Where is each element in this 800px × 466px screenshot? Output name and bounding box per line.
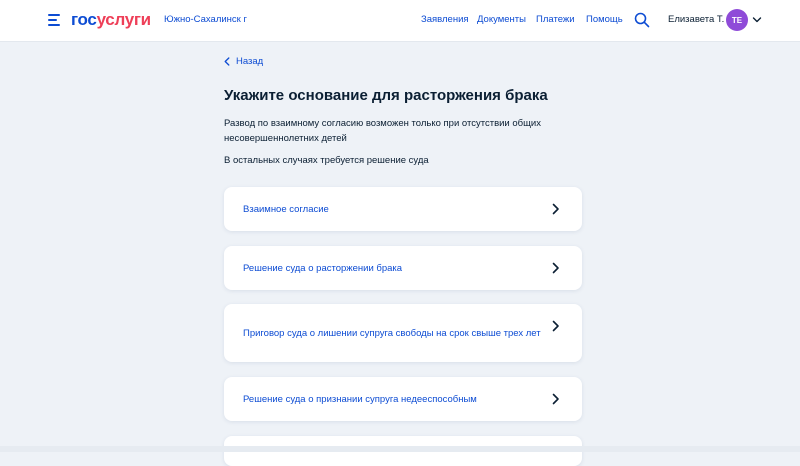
nav-help[interactable]: Помощь bbox=[586, 14, 623, 25]
user-name[interactable]: Елизавета Т. bbox=[668, 14, 724, 25]
option-incapacity[interactable]: Решение суда о признании супруга недеесп… bbox=[224, 377, 582, 421]
back-label: Назад bbox=[236, 56, 264, 67]
chevron-left-icon bbox=[224, 57, 230, 66]
page-title: Укажите основание для расторжения брака bbox=[224, 87, 548, 104]
bottom-strip bbox=[0, 446, 800, 452]
gosuslugi-logo[interactable]: госуслуги bbox=[71, 10, 151, 30]
back-link[interactable]: Назад bbox=[224, 56, 263, 67]
option-label: Приговор суда о лишении супруга свободы … bbox=[243, 327, 541, 339]
option-label: Взаимное согласие bbox=[243, 203, 329, 215]
nav-payments[interactable]: Платежи bbox=[536, 14, 575, 25]
option-label: Решение суда о признании супруга недеесп… bbox=[243, 393, 477, 405]
option-court-sentence[interactable]: Приговор суда о лишении супруга свободы … bbox=[224, 304, 582, 362]
option-court-decision[interactable]: Решение суда о расторжении брака bbox=[224, 246, 582, 290]
option-label: Решение суда о расторжении брака bbox=[243, 262, 403, 274]
nav-documents[interactable]: Документы bbox=[477, 14, 526, 25]
search-icon[interactable] bbox=[634, 12, 650, 28]
page-description: Развод по взаимному согласию возможен то… bbox=[224, 118, 541, 144]
city-selector[interactable]: Южно-Сахалинск г bbox=[164, 14, 247, 25]
logo-text-part2: услуги bbox=[96, 10, 152, 29]
chevron-right-icon bbox=[552, 203, 559, 215]
chevron-right-icon bbox=[552, 262, 559, 274]
page-note: В остальных случаях требуется решение су… bbox=[224, 155, 429, 166]
chevron-down-icon[interactable] bbox=[752, 16, 762, 24]
logo-text-part1: гос bbox=[71, 10, 97, 29]
nav-applications[interactable]: Заявления bbox=[421, 14, 469, 25]
chevron-right-icon bbox=[552, 320, 559, 332]
top-header: госуслуги Южно-Сахалинск г Заявления Док… bbox=[0, 0, 800, 42]
avatar[interactable]: ТЕ bbox=[726, 9, 748, 31]
option-mutual-consent[interactable]: Взаимное согласие bbox=[224, 187, 582, 231]
menu-icon[interactable] bbox=[48, 14, 62, 26]
chevron-right-icon bbox=[552, 393, 559, 405]
